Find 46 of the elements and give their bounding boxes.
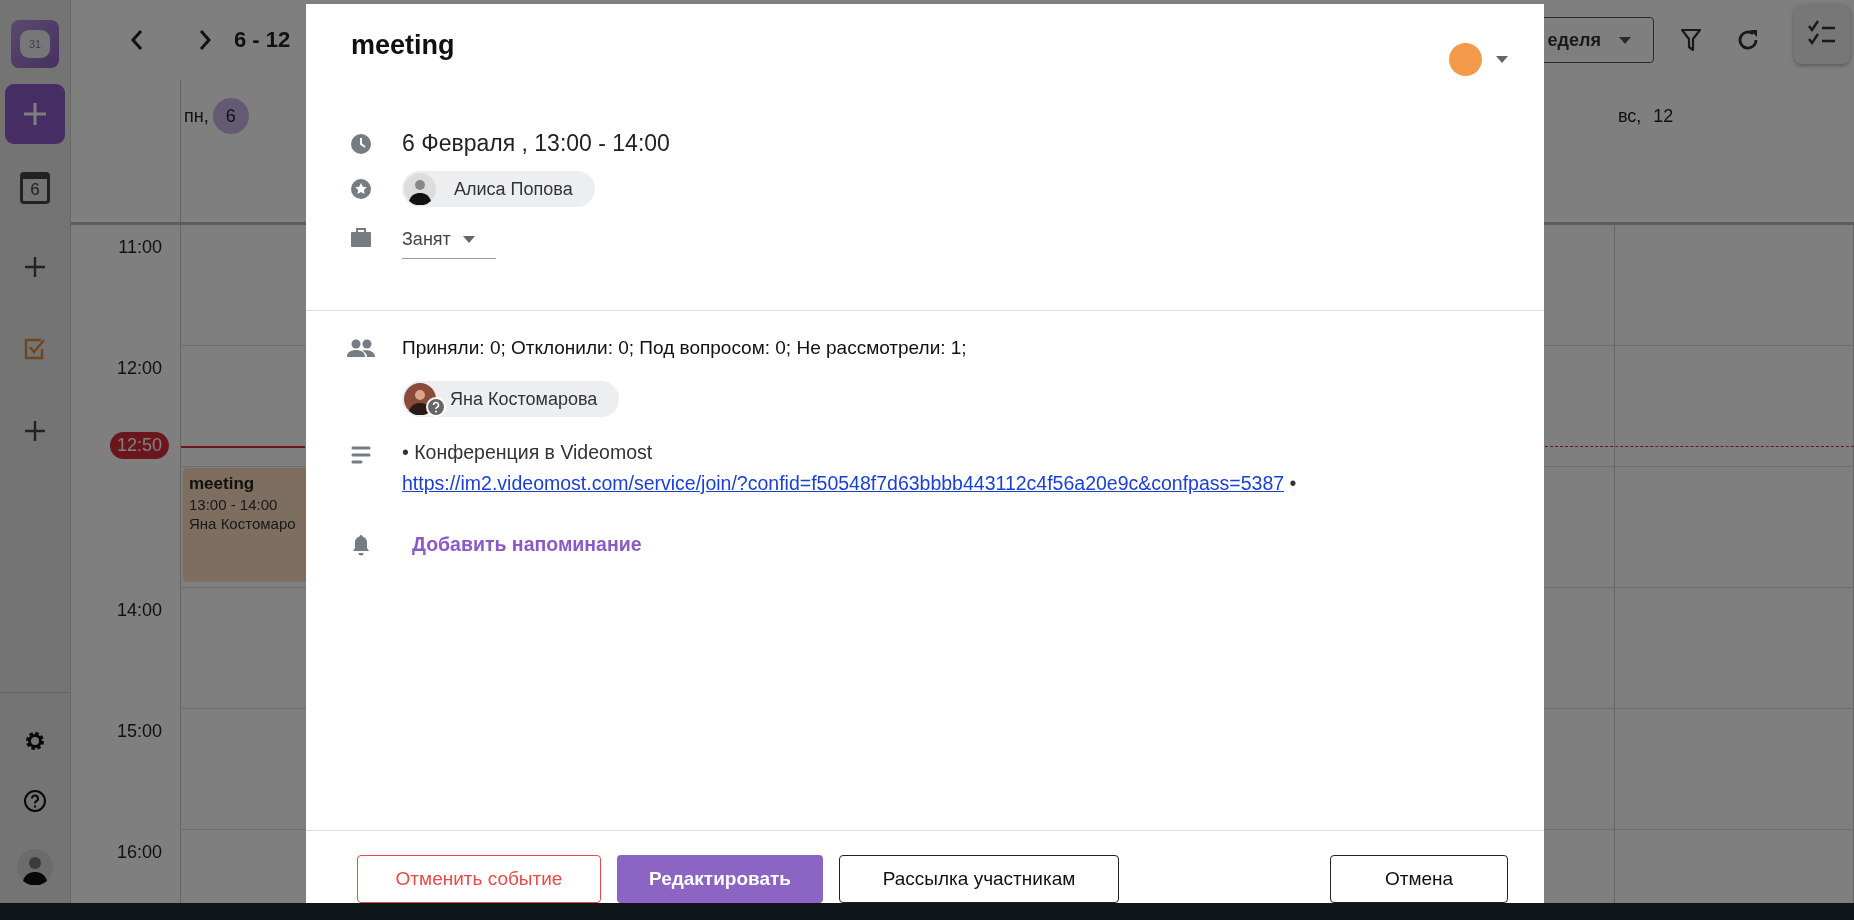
description-text: • Конференция в Videomost — [402, 440, 653, 465]
help-icon[interactable] — [23, 789, 47, 813]
filter-icon[interactable] — [1680, 28, 1702, 52]
date-range: 6 - 12 — [234, 27, 291, 53]
people-icon — [346, 338, 376, 358]
edit-button[interactable]: Редактировать — [617, 855, 823, 903]
cancel-event-button[interactable]: Отменить событие — [357, 855, 601, 903]
dialog-title: meeting — [351, 29, 455, 61]
checkbox-icon[interactable] — [24, 338, 46, 360]
caret-icon — [1619, 36, 1631, 44]
organizer-chip[interactable]: Алиса Попова — [402, 171, 595, 207]
previous-icon[interactable] — [130, 29, 144, 51]
caret-icon — [1496, 55, 1508, 63]
event-date: 6 Февраля , 13:00 - 14:00 — [402, 130, 670, 157]
color-picker[interactable] — [1449, 42, 1508, 76]
bullet-text: • — [1289, 472, 1297, 494]
hour-label: 16:00 — [116, 842, 162, 864]
event-attendee: Яна Костомаро — [189, 515, 297, 532]
dialog-button[interactable]: Отмена — [1330, 855, 1508, 903]
day-number[interactable]: 6 — [212, 98, 249, 134]
plus-icon — [21, 100, 49, 128]
availability-dropdown[interactable]: Занят — [402, 217, 496, 259]
hour-label: 15:00 — [116, 721, 162, 743]
plus-icon[interactable] — [24, 420, 46, 442]
attendee-chip[interactable]: Яна Костомарова — [402, 381, 620, 417]
next-icon[interactable] — [198, 29, 212, 51]
caret-icon — [462, 236, 475, 243]
day-label: пн, — [184, 105, 209, 127]
plus-icon[interactable] — [24, 256, 46, 278]
event-time: 13:00 - 14:00 — [189, 496, 279, 513]
day-label: вс, — [1618, 105, 1642, 127]
app-logo[interactable]: 31 — [11, 20, 59, 68]
dialog-button[interactable]: Рассылка участникам — [839, 855, 1119, 903]
day-number[interactable]: 12 — [1645, 98, 1682, 134]
calendar-icon[interactable]: 6 — [20, 172, 50, 204]
hour-label: 14:00 — [116, 600, 162, 622]
user-avatar[interactable] — [17, 849, 53, 885]
avatar-icon — [404, 173, 436, 205]
create-button[interactable] — [5, 84, 65, 144]
attendance-summary: Приняли: 0; Отклонили: 0; Под вопросом: 0; Не рассмотрели: 1; — [402, 337, 967, 359]
tasks-button[interactable] — [1794, 4, 1850, 64]
refresh-icon[interactable] — [1736, 28, 1760, 52]
settings-icon[interactable] — [23, 729, 47, 753]
hour-label: 11:00 — [118, 237, 162, 259]
hour-label: 12:00 — [116, 358, 162, 380]
current-time-badge: 12:50 — [109, 432, 169, 459]
